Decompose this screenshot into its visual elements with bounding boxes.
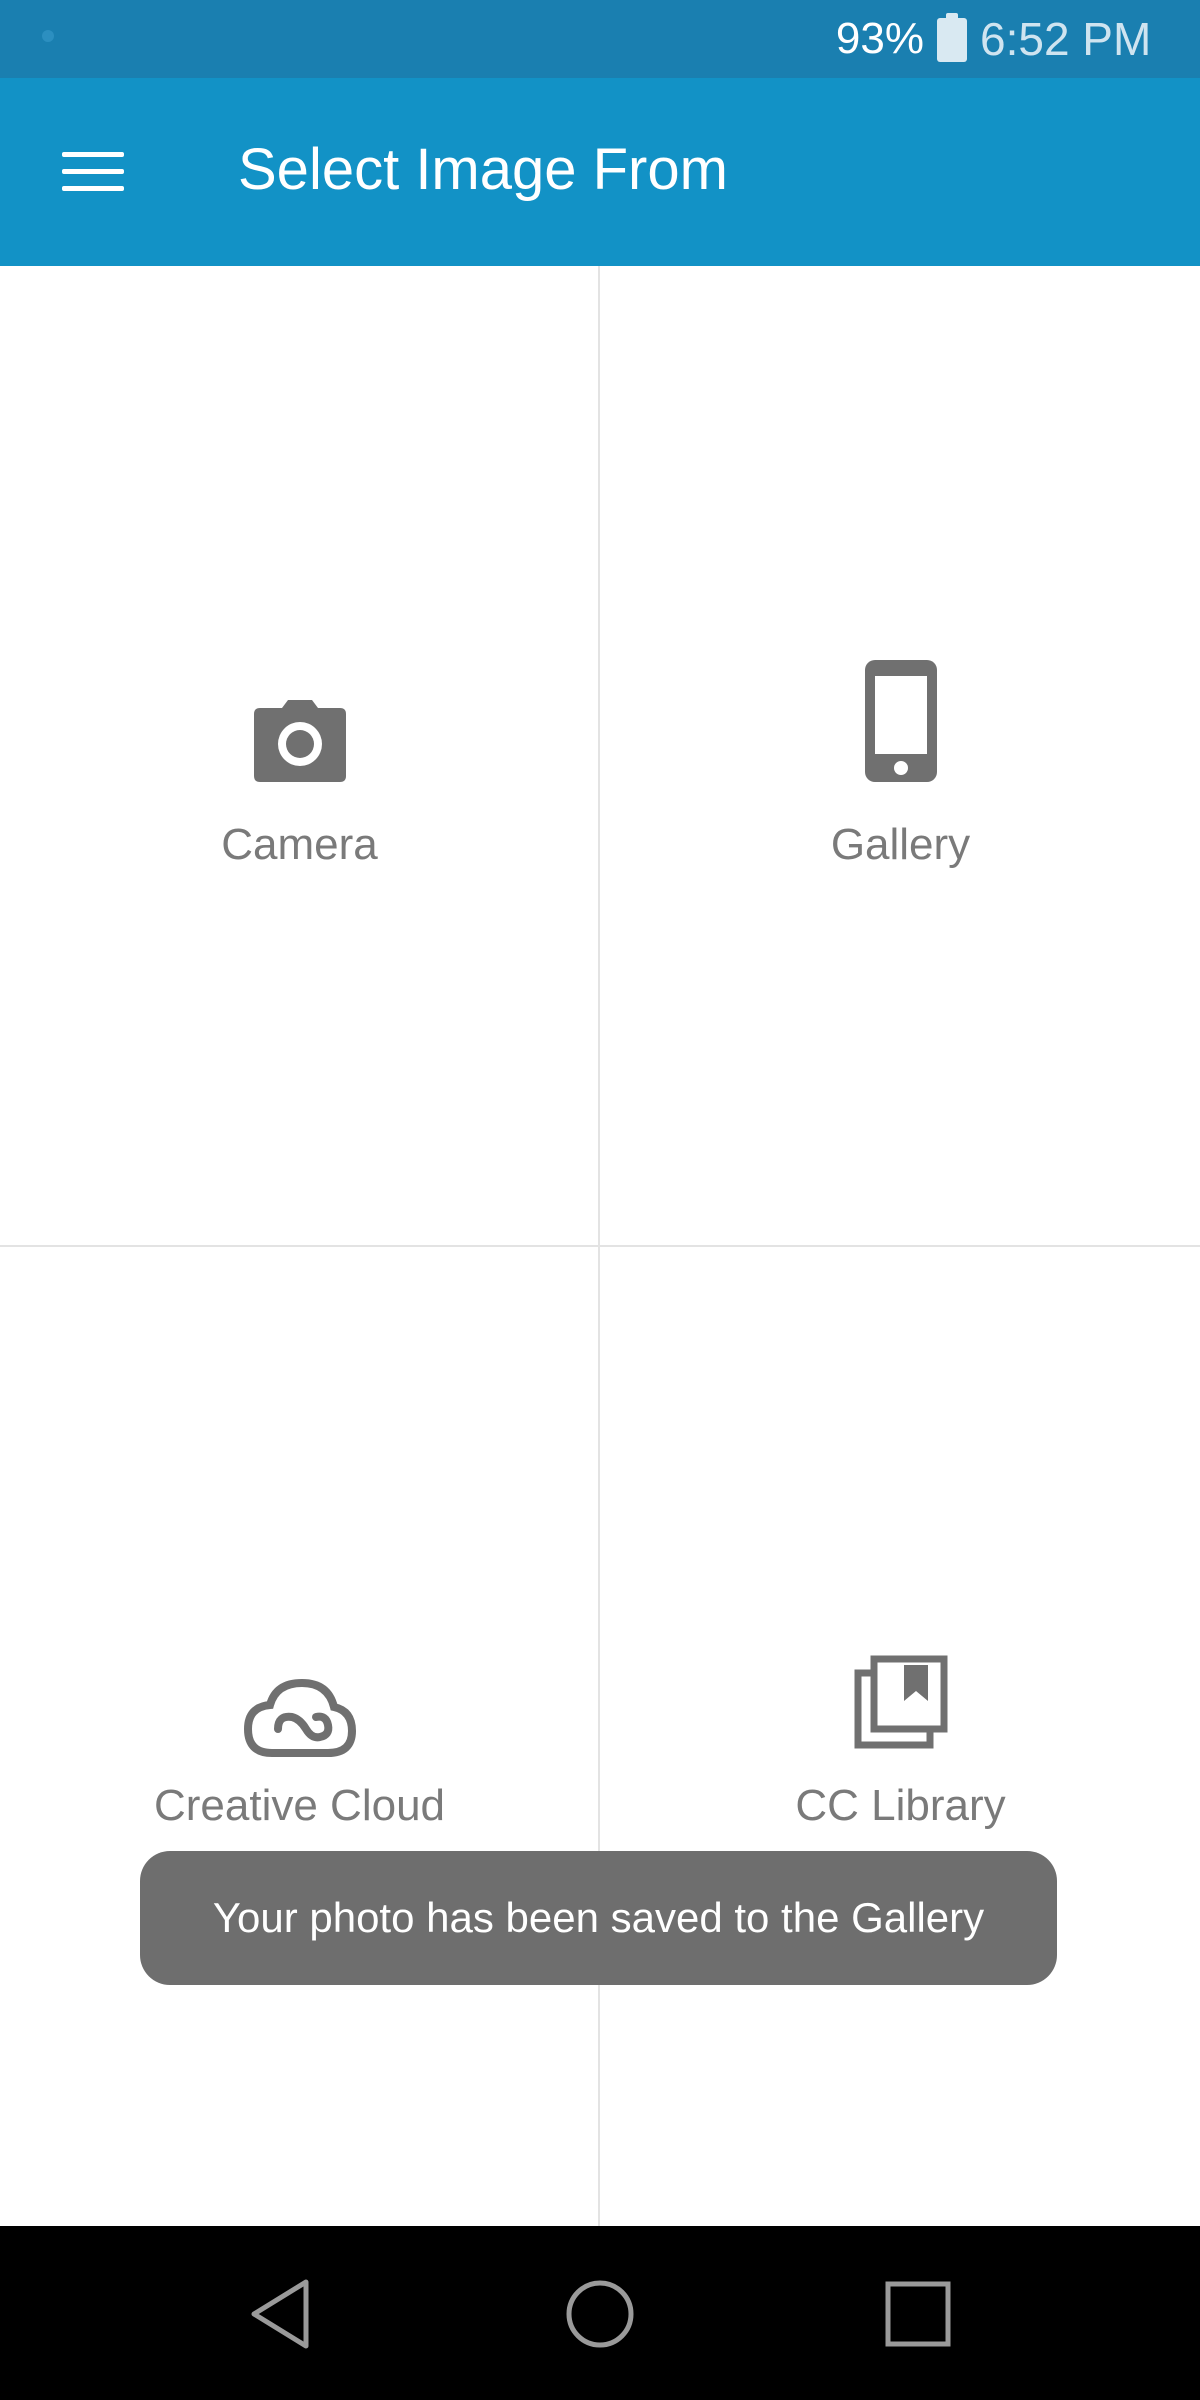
phone-icon — [864, 660, 937, 782]
recents-icon[interactable] — [870, 2266, 966, 2362]
hamburger-menu-icon[interactable] — [40, 132, 144, 212]
back-icon[interactable] — [236, 2266, 332, 2362]
creative-cloud-option[interactable]: Creative Cloud — [0, 1247, 599, 2226]
notification-dot-icon — [42, 30, 54, 42]
gallery-option[interactable]: Gallery — [601, 266, 1200, 1245]
page-title: Select Image From — [238, 137, 728, 202]
cc-library-option[interactable]: CC Library — [601, 1247, 1200, 2226]
creative-cloud-icon — [243, 1678, 356, 1757]
status-time: 6:52 PM — [980, 13, 1152, 65]
cc-library-label: CC Library — [795, 1781, 1006, 1830]
app-bar: Select Image From — [0, 78, 1200, 266]
home-icon[interactable] — [552, 2266, 648, 2362]
status-bar: 93% 6:52 PM — [0, 0, 1200, 78]
battery-icon — [937, 13, 967, 62]
camera-label: Camera — [221, 820, 378, 869]
library-icon — [854, 1655, 947, 1749]
creative-cloud-label: Creative Cloud — [153, 1781, 446, 1830]
system-nav-bar — [0, 2226, 1200, 2400]
toast-message: Your photo has been saved to the Gallery — [212, 1894, 985, 1941]
camera-option[interactable]: Camera — [0, 266, 599, 1245]
toast: Your photo has been saved to the Gallery — [140, 1851, 1057, 1985]
gallery-label: Gallery — [830, 820, 971, 869]
camera-icon — [253, 700, 346, 782]
battery-percent: 93% — [835, 14, 924, 63]
grid-divider-horizontal — [0, 1245, 1200, 1247]
